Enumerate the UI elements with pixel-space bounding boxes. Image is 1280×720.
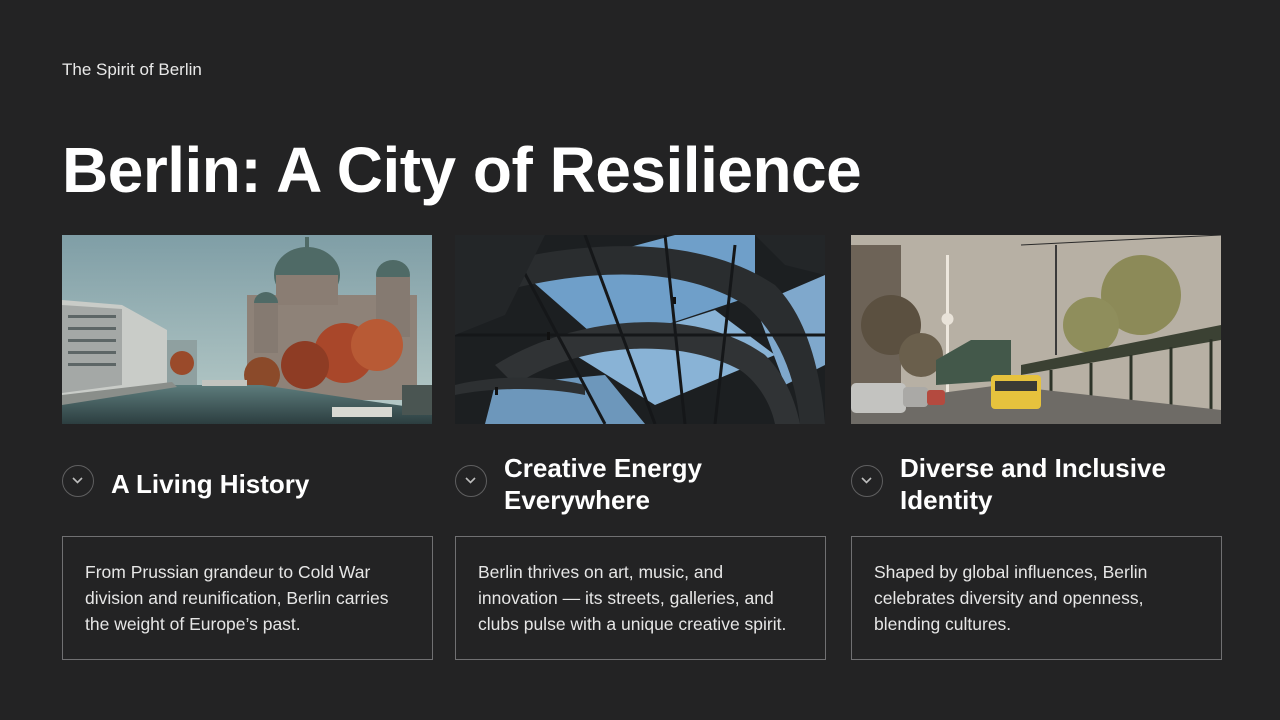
card-living-history: A Living History From Prussian grandeur … (62, 235, 433, 660)
card-diverse-identity: Diverse and Inclusive Identity Shaped by… (851, 235, 1222, 660)
slide-kicker: The Spirit of Berlin (62, 60, 202, 79)
chevron-down-icon[interactable] (851, 465, 883, 497)
card-creative-energy: Creative Energy Everywhere Berlin thrive… (455, 235, 826, 660)
card-title: A Living History (111, 469, 310, 499)
berlin-cathedral-photo (62, 235, 432, 424)
card-title: Creative Energy Everywhere (504, 453, 702, 515)
reichstag-dome-photo (455, 235, 825, 424)
card-header: A Living History (62, 452, 433, 518)
card-description: Berlin thrives on art, music, and innova… (455, 536, 826, 660)
card-description: Shaped by global influences, Berlin cele… (851, 536, 1222, 660)
card-title: Diverse and Inclusive Identity (900, 453, 1166, 515)
card-header: Diverse and Inclusive Identity (851, 452, 1222, 518)
card-description: From Prussian grandeur to Cold War divis… (62, 536, 433, 660)
chevron-down-icon[interactable] (455, 465, 487, 497)
berlin-street-tram-photo (851, 235, 1221, 424)
slide-title: Berlin: A City of Resilience (62, 134, 862, 206)
card-header: Creative Energy Everywhere (455, 452, 826, 518)
chevron-down-icon[interactable] (62, 465, 94, 497)
